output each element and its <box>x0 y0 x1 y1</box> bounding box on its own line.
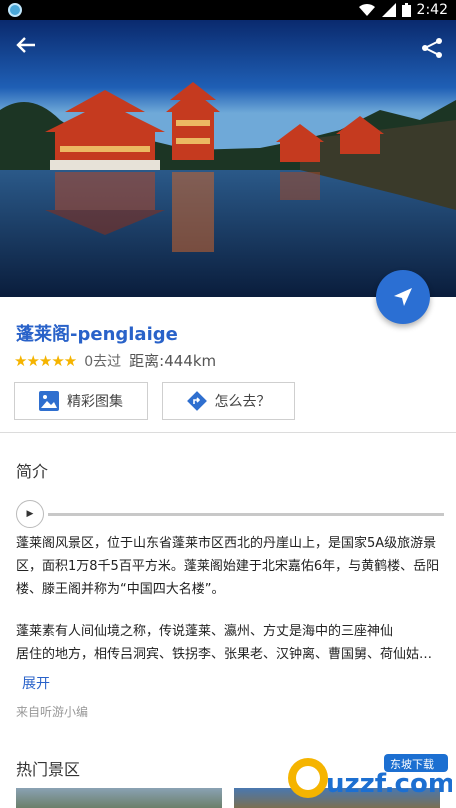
signal-icon <box>381 3 396 17</box>
audio-progress-track[interactable] <box>48 512 444 516</box>
play-button[interactable]: ▶ <box>16 500 44 528</box>
share-icon <box>422 38 442 58</box>
arrow-left-icon <box>16 37 35 53</box>
distance-text: 距离:444km <box>129 352 217 370</box>
gallery-label: 精彩图集 <box>67 394 123 410</box>
intro-paragraph-2: 蓬莱素有人间仙境之称，传说蓬莱、瀛州、方丈是海中的三座神仙 居住的地方，相传吕洞… <box>16 620 444 666</box>
route-button[interactable]: 怎么去？ <box>162 382 295 420</box>
expand-link[interactable]: 展开 <box>22 673 50 693</box>
share-button[interactable] <box>420 36 446 60</box>
battery-icon <box>401 3 411 17</box>
watermark-text: uzzf.com <box>326 769 452 799</box>
watermark-badge: 东坡下载 <box>390 758 434 771</box>
watermark-logo: uzzf.com 东坡下载 <box>282 748 455 804</box>
rating-row: ★★★★★ 0去过 距离:444km <box>14 350 216 371</box>
navigate-fab[interactable] <box>376 270 430 324</box>
status-time: 2:42 <box>416 2 448 18</box>
intro-section-title: 简介 <box>16 462 49 481</box>
intro-paragraph-2-line-2: 居住的地方，相传吕洞宾、铁拐李、张果老、汉钟离、曹国舅、荷仙姑、...采 <box>16 647 444 662</box>
status-bar: 2:42 <box>0 0 456 20</box>
navigation-arrow-icon <box>394 288 412 306</box>
hot-spot-thumbnail[interactable] <box>16 788 222 808</box>
app-notification-icon <box>8 3 22 17</box>
directions-icon <box>186 391 207 411</box>
route-label: 怎么去？ <box>214 394 271 410</box>
intro-paragraph-2-line-1: 蓬莱素有人间仙境之称，传说蓬莱、瀛州、方丈是海中的三座神仙 <box>16 624 394 639</box>
hot-section-title: 热门景区 <box>16 760 81 779</box>
hero-image <box>0 20 456 297</box>
audio-player: ▶ <box>16 500 444 528</box>
star-rating: ★★★★★ <box>14 351 77 370</box>
play-icon: ▶ <box>26 509 34 519</box>
back-button[interactable] <box>12 34 40 62</box>
intro-paragraph-1: 蓬莱阁风景区，位于山东省蓬莱市区西北的丹崖山上，是国家5A级旅游景区，面积1万8… <box>16 536 440 597</box>
image-icon <box>39 391 59 411</box>
spot-title: 蓬莱阁-penglaige <box>16 324 178 345</box>
gallery-button[interactable]: 精彩图集 <box>14 382 148 420</box>
wifi-icon <box>358 3 375 17</box>
visited-count: 0去过 <box>84 353 122 370</box>
source-text: 来自听游小编 <box>16 705 89 719</box>
section-divider <box>0 432 456 433</box>
